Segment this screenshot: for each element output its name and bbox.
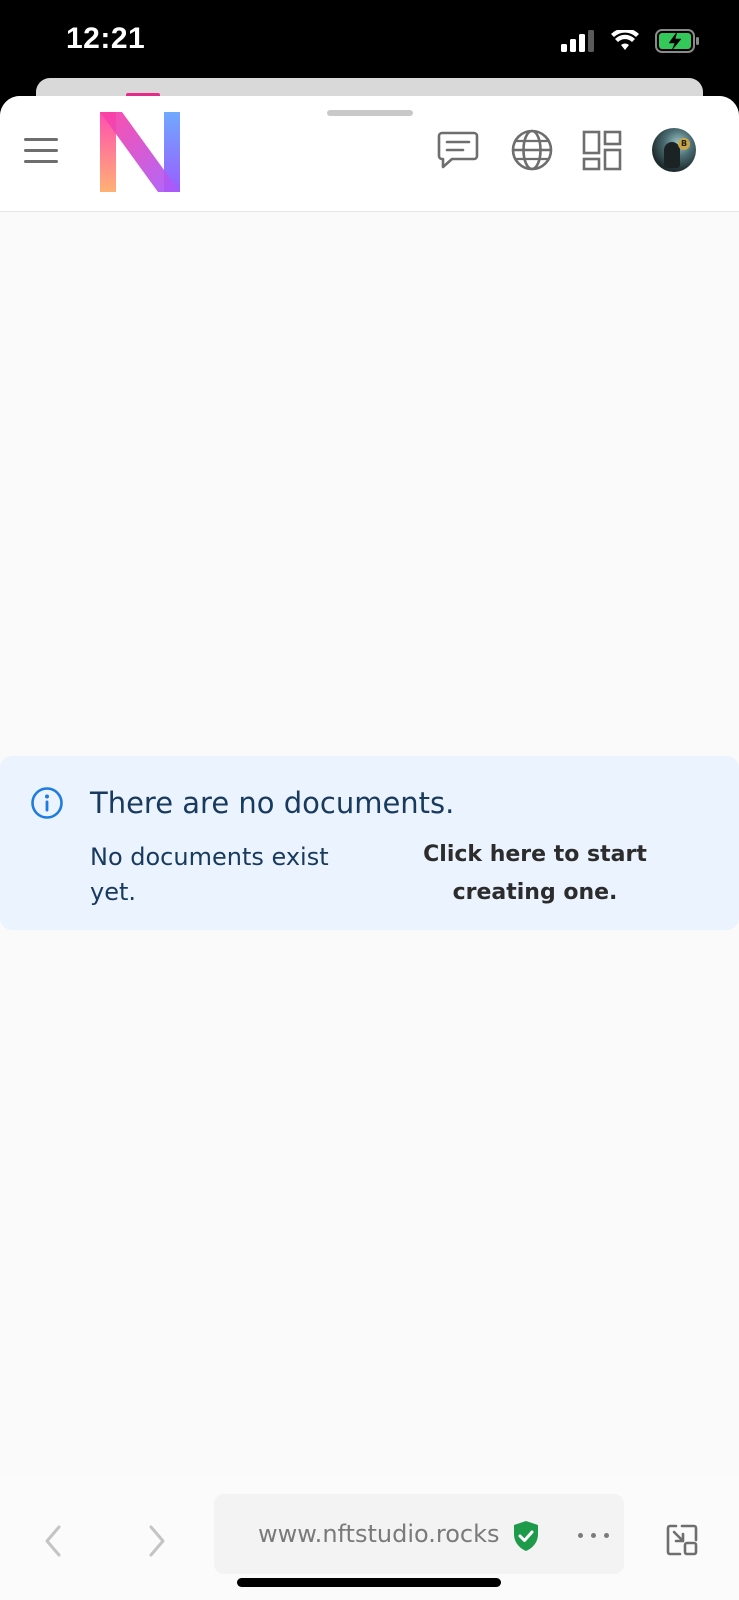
avatar-coin: B — [678, 138, 690, 150]
shield-check-icon — [514, 1521, 538, 1551]
home-indicator[interactable] — [237, 1578, 501, 1587]
url-text: www.nftstudio.rocks — [258, 1520, 500, 1548]
forward-arrow-icon[interactable] — [144, 1522, 170, 1560]
address-bar[interactable]: www.nftstudio.rocks — [214, 1494, 624, 1574]
globe-icon[interactable] — [510, 128, 554, 172]
alert-message: No documents exist yet. — [90, 843, 329, 906]
alert-title: There are no documents. — [90, 786, 455, 820]
browser-sheet: B There are no documents. No documents e… — [0, 96, 739, 1600]
status-time: 12:21 — [66, 22, 146, 55]
empty-documents-alert: There are no documents. No documents exi… — [0, 756, 739, 930]
chat-icon[interactable] — [436, 128, 480, 172]
brand-n-logo[interactable] — [100, 112, 180, 192]
back-arrow-icon[interactable] — [40, 1522, 66, 1560]
picture-in-picture-icon[interactable] — [664, 1522, 700, 1558]
create-document-link[interactable]: Click here to start creating one. — [372, 836, 698, 912]
wifi-icon — [611, 30, 639, 50]
signal-icon — [561, 30, 594, 52]
more-options-icon[interactable] — [578, 1530, 612, 1540]
app-header: B — [0, 96, 739, 212]
dashboard-grid-icon[interactable] — [580, 128, 624, 172]
hamburger-menu-icon[interactable] — [24, 136, 60, 166]
avatar[interactable]: B — [652, 128, 696, 172]
status-icons — [561, 26, 701, 56]
sheet-grabber[interactable] — [327, 110, 413, 116]
battery-charging-icon — [655, 29, 699, 53]
info-icon — [31, 787, 63, 819]
